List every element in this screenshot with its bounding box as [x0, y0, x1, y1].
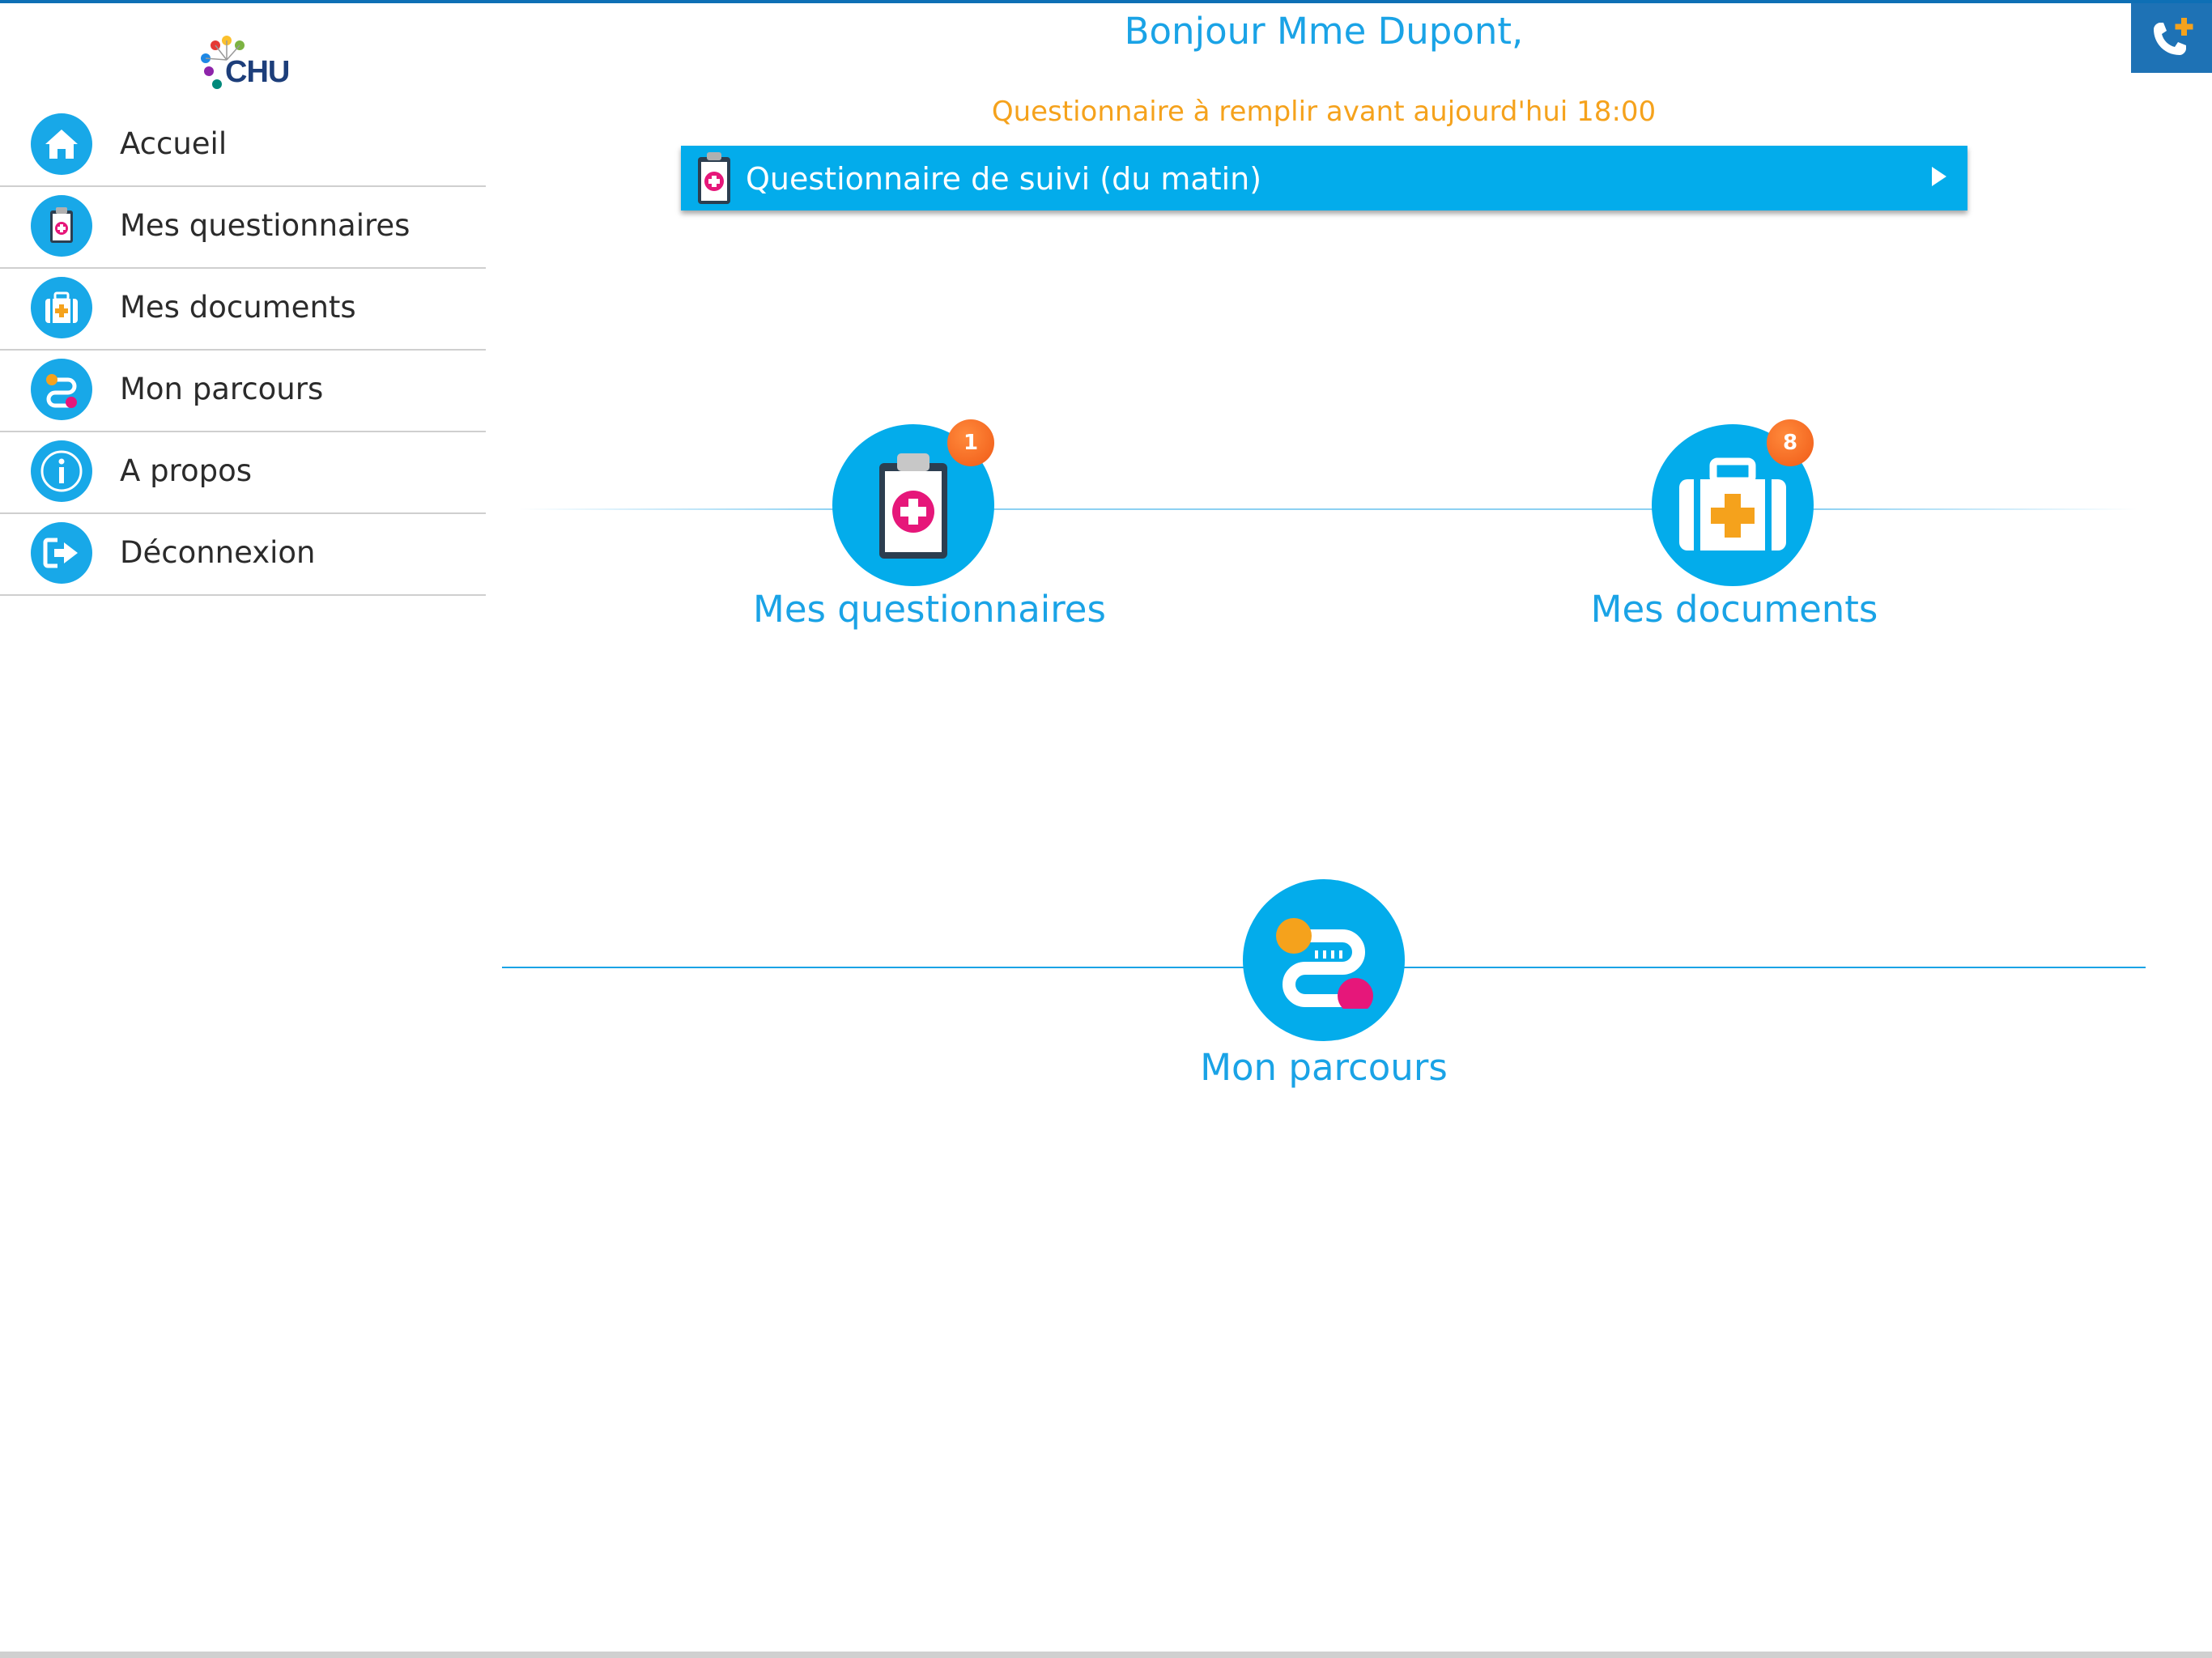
due-notice: Questionnaire à remplir avant aujourd'hu… — [991, 96, 1657, 128]
sidebar-item-deconnexion[interactable]: Déconnexion — [0, 514, 486, 596]
tile-parcours-circle — [1243, 879, 1405, 1041]
tile-documents-label: Mes documents — [1590, 588, 1878, 631]
tile-questionnaires-label: Mes questionnaires — [753, 588, 1106, 631]
tile-parcours[interactable]: Mon parcours — [1162, 874, 1486, 1101]
medical-bag-icon — [1679, 457, 1786, 551]
sidebar-item-questionnaires[interactable]: Mes questionnaires — [0, 187, 486, 269]
clipboard-icon — [696, 151, 733, 209]
sidebar-menu: Accueil Mes questionnaires Mes documents… — [0, 105, 486, 596]
sidebar-item-parcours[interactable]: Mon parcours — [0, 351, 486, 432]
sidebar-item-label: A propos — [120, 453, 252, 488]
sidebar-item-label: Mes documents — [120, 290, 356, 325]
emergency-call-button[interactable] — [2131, 3, 2212, 73]
sidebar-item-label: Accueil — [120, 126, 228, 161]
tile-documents[interactable]: 8 Mes documents — [1572, 419, 1896, 638]
greeting: Bonjour Mme Dupont, — [1124, 10, 1524, 53]
sidebar-item-label: Mes questionnaires — [120, 208, 410, 243]
play-arrow-icon — [1932, 167, 1946, 186]
questionnaire-button[interactable]: Questionnaire de suivi (du matin) — [681, 146, 1967, 210]
sidebar: CHU Accueil Mes questionnaires Mes docum… — [0, 0, 486, 1652]
phone-plus-icon — [2154, 18, 2193, 55]
notification-badge: 8 — [1767, 419, 1814, 466]
info-icon — [31, 440, 92, 502]
logo-text: CHU — [225, 55, 290, 89]
medical-bag-icon — [31, 277, 92, 338]
sidebar-item-label: Mon parcours — [120, 372, 324, 406]
bottom-border — [0, 1652, 2212, 1658]
questionnaire-label: Questionnaire de suivi (du matin) — [746, 161, 1262, 197]
clipboard-icon — [31, 195, 92, 257]
path-icon — [31, 359, 92, 420]
sidebar-item-label: Déconnexion — [120, 535, 316, 570]
sidebar-item-apropos[interactable]: A propos — [0, 432, 486, 514]
sidebar-item-documents[interactable]: Mes documents — [0, 269, 486, 351]
chu-logo: CHU — [198, 36, 295, 100]
logout-icon — [31, 522, 92, 584]
clipboard-icon — [879, 453, 947, 559]
notification-badge: 1 — [947, 419, 994, 466]
tile-parcours-label: Mon parcours — [1200, 1046, 1448, 1089]
tile-questionnaires[interactable]: 1 Mes questionnaires — [753, 419, 1106, 638]
sidebar-item-accueil[interactable]: Accueil — [0, 105, 486, 187]
home-icon — [31, 113, 92, 175]
path-icon — [1276, 918, 1373, 1009]
